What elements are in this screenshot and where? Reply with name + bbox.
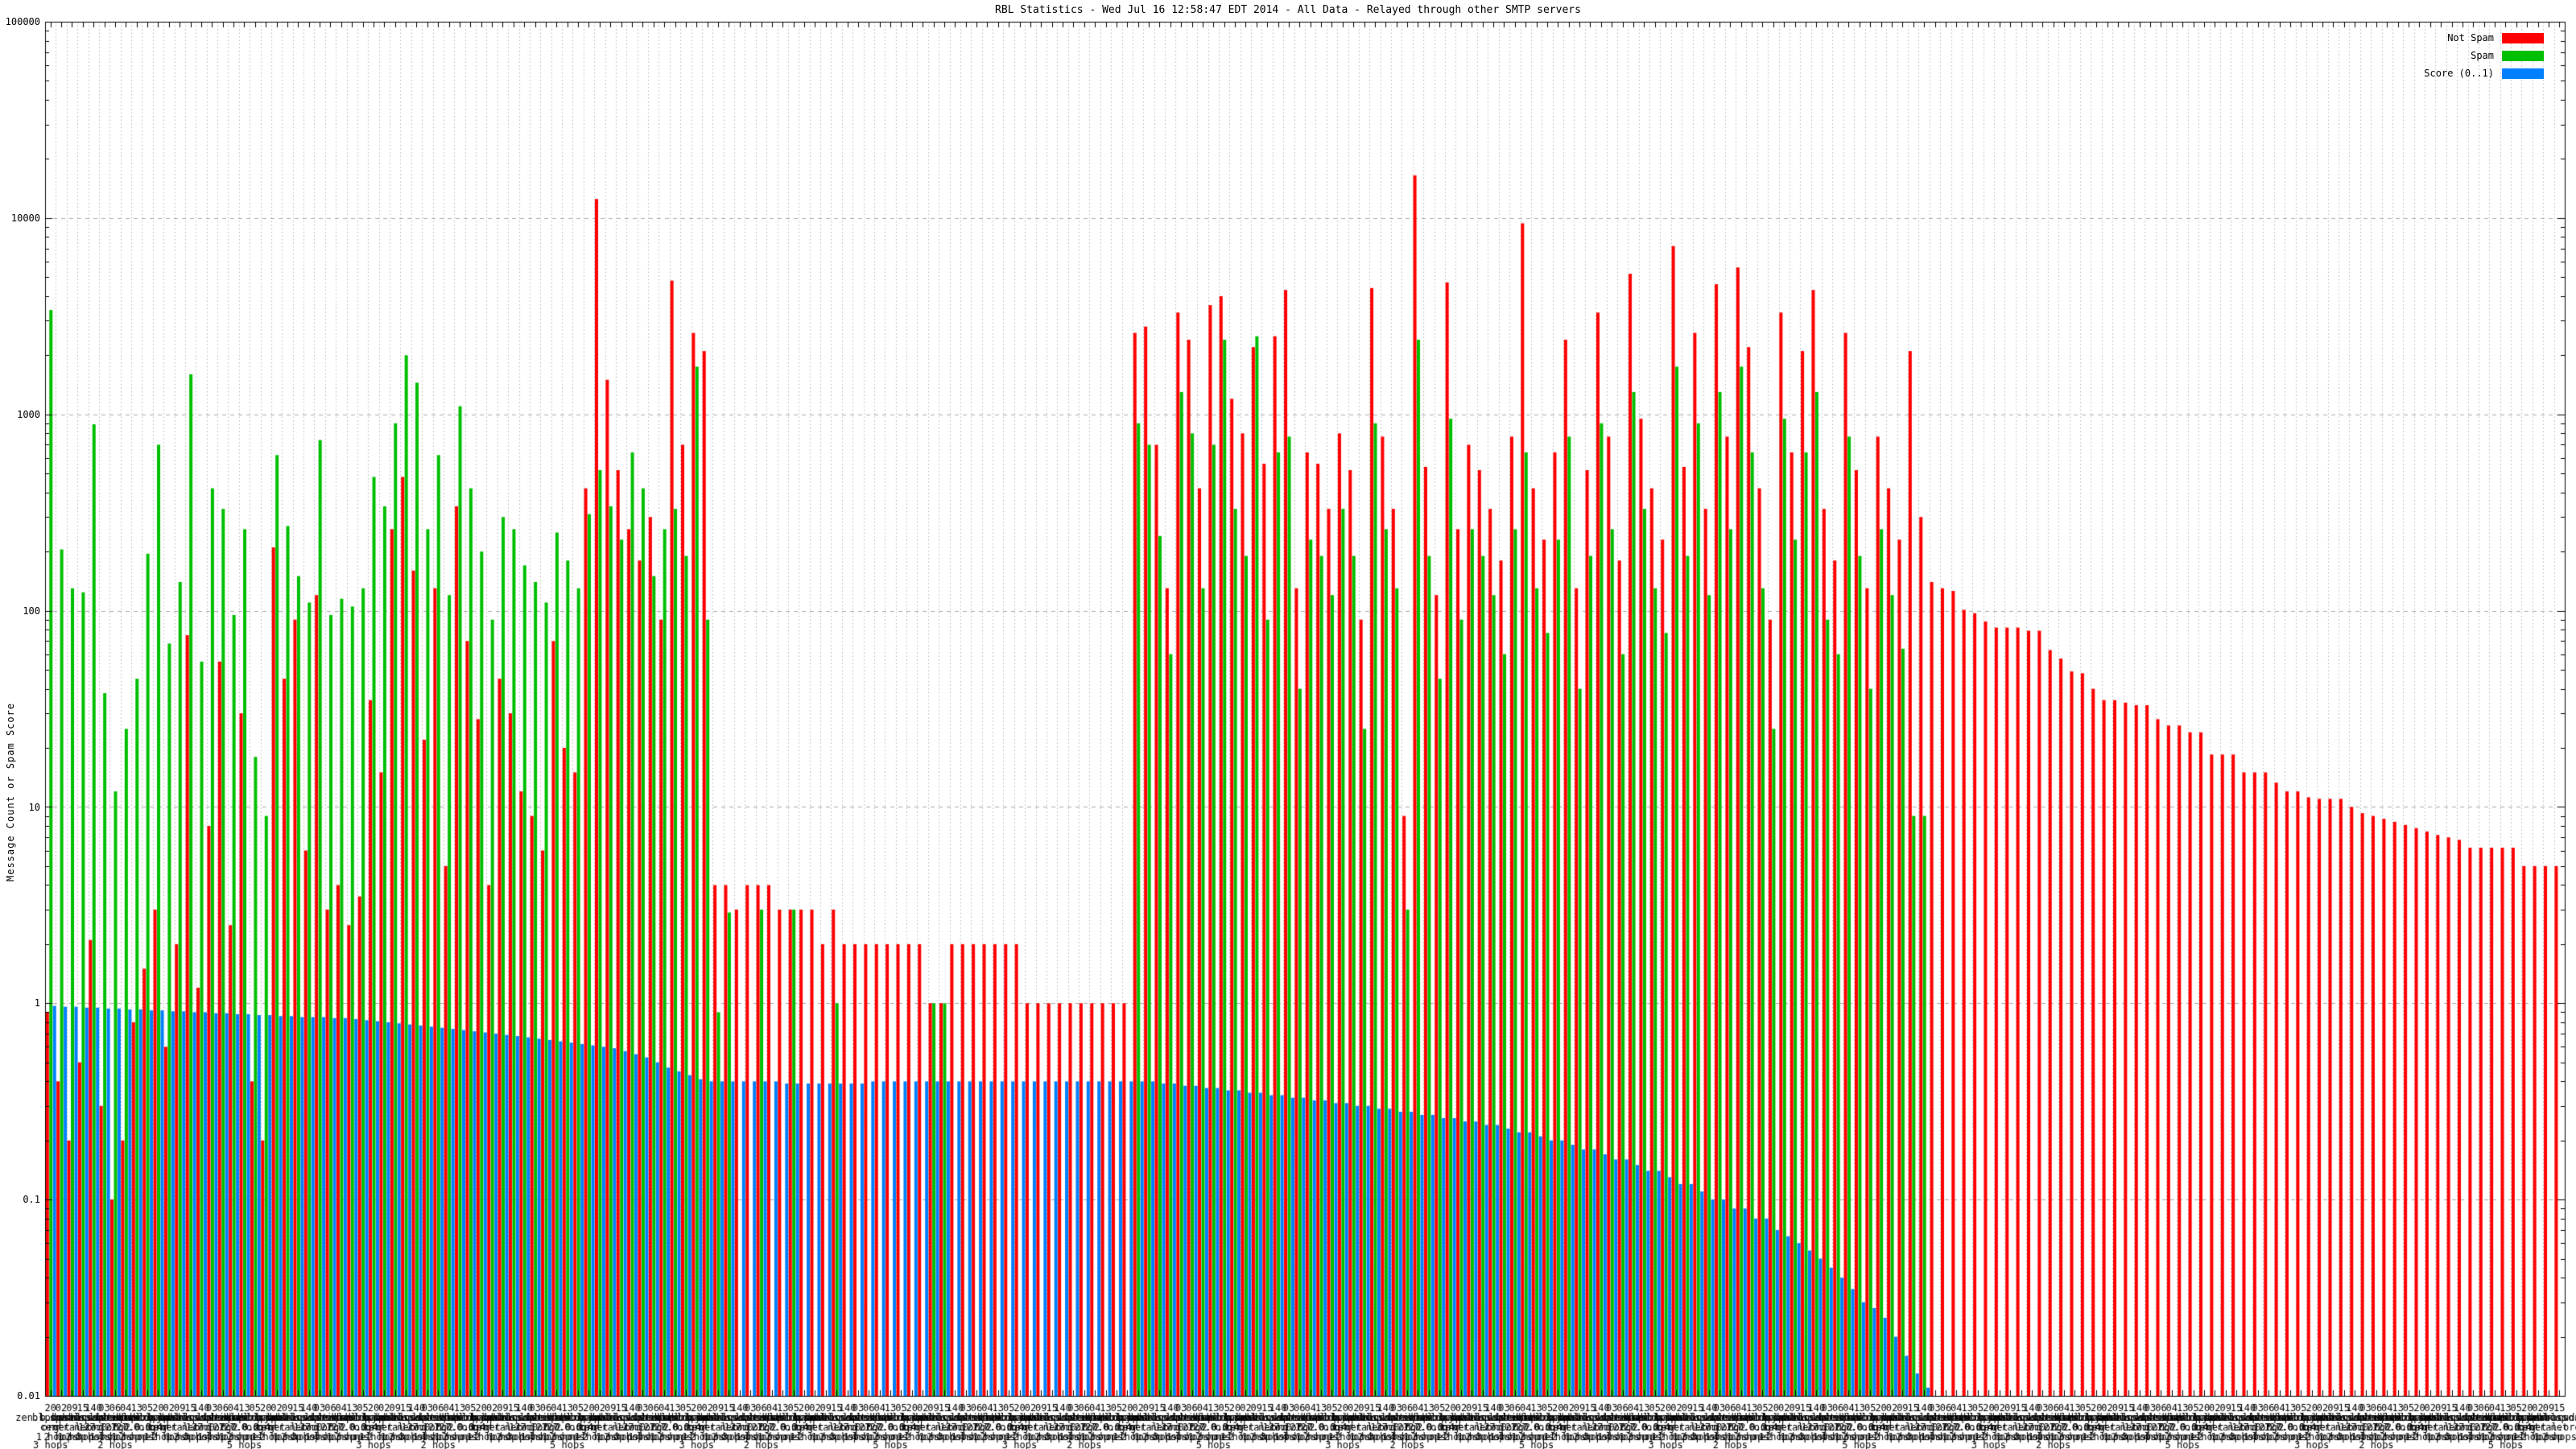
y-tick-label: 10000 <box>0 213 40 224</box>
y-tick-label: 0.01 <box>0 1390 40 1402</box>
legend-swatch-red <box>2502 33 2544 43</box>
y-tick-label: 1000 <box>0 409 40 420</box>
legend-swatch-green <box>2502 51 2544 61</box>
legend-label: Score (0..1) <box>2424 68 2494 79</box>
bar-chart-canvas <box>0 0 2576 1449</box>
y-axis-label: Message Count or Spam Score <box>5 703 16 881</box>
legend-item-spam: Spam <box>2424 47 2544 64</box>
legend-item-score: Score (0..1) <box>2424 64 2544 82</box>
legend-item-not-spam: Not Spam <box>2424 29 2544 47</box>
rbl-statistics-chart: RBL Statistics - Wed Jul 16 12:58:47 EDT… <box>0 0 2576 1449</box>
y-tick-label: 1 <box>0 997 40 1009</box>
chart-legend: Not Spam Spam Score (0..1) <box>2424 29 2544 82</box>
legend-swatch-blue <box>2502 68 2544 79</box>
chart-title: RBL Statistics - Wed Jul 16 12:58:47 EDT… <box>0 4 2576 16</box>
legend-label: Not Spam <box>2447 32 2494 43</box>
y-tick-label: 100 <box>0 605 40 617</box>
y-tick-label: 10 <box>0 802 40 813</box>
y-tick-label: 0.1 <box>0 1194 40 1205</box>
legend-label: Spam <box>2471 50 2494 61</box>
y-tick-label: 100000 <box>0 16 40 27</box>
